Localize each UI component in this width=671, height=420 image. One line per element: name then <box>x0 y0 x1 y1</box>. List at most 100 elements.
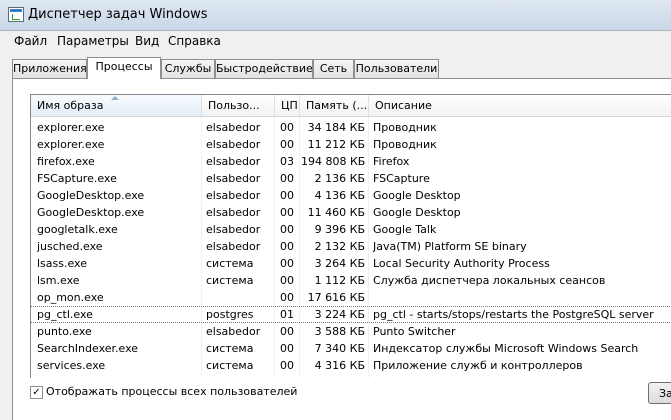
process-row[interactable]: lsm.exe система 00 1 112 КБ Служба диспетчер… <box>31 272 671 289</box>
process-row[interactable]: op_mon.exe 00 17 616 КБ <box>31 289 671 306</box>
process-description: Google Desktop <box>373 189 461 202</box>
menu-view[interactable]: Вид <box>135 34 159 48</box>
process-name: op_mon.exe <box>37 291 104 304</box>
process-memory: 2 132 КБ <box>314 240 365 253</box>
process-description: pg_ctl - starts/stops/restarts the Postg… <box>373 308 654 321</box>
process-user: elsabedor <box>206 121 261 134</box>
process-row[interactable]: SearchIndexer.exe система 00 7 340 КБ Индекс… <box>31 340 671 357</box>
show-all-users-checkbox[interactable]: ✓ <box>30 386 43 399</box>
process-user: elsabedor <box>206 223 261 236</box>
process-row[interactable]: GoogleDesktop.exe elsabedor 00 11 460 КБ Goo… <box>31 204 671 221</box>
title-bar[interactable]: Диспетчер задач Windows <box>0 0 671 31</box>
process-cpu: 00 <box>280 121 294 134</box>
process-name: SearchIndexer.exe <box>37 342 139 355</box>
process-name: googletalk.exe <box>37 223 118 236</box>
process-cpu: 01 <box>280 308 294 321</box>
process-cpu: 00 <box>280 189 294 202</box>
process-user: система <box>206 342 254 355</box>
process-row[interactable]: punto.exe elsabedor 00 3 588 КБ Punto Switch… <box>31 323 671 340</box>
process-user: elsabedor <box>206 240 261 253</box>
tab-processes[interactable]: Процессы <box>87 57 161 79</box>
process-memory: 34 184 КБ <box>307 121 365 134</box>
process-row[interactable]: lsass.exe система 00 3 264 КБ Local Security… <box>31 255 671 272</box>
process-description: Java(TM) Platform SE binary <box>373 240 527 253</box>
process-user: система <box>206 359 254 372</box>
process-user: elsabedor <box>206 189 261 202</box>
process-memory: 7 340 КБ <box>314 342 365 355</box>
process-cpu: 00 <box>280 342 294 355</box>
column-header-user[interactable]: Пользо... <box>202 95 275 117</box>
process-memory: 17 616 КБ <box>307 291 365 304</box>
process-description: Local Security Authority Process <box>373 257 550 270</box>
process-row[interactable]: pg_ctl.exe postgres 01 3 224 КБ pg_ctl - sta… <box>31 306 671 323</box>
column-header-description[interactable]: Описание <box>369 95 671 117</box>
window-title: Диспетчер задач Windows <box>28 7 208 22</box>
menu-bar: Файл Параметры Вид Справка <box>0 31 671 51</box>
process-row[interactable]: firefox.exe elsabedor 03 194 808 КБ Firefox <box>31 153 671 170</box>
process-user: elsabedor <box>206 206 261 219</box>
task-manager-icon <box>8 7 24 22</box>
process-cpu: 00 <box>280 172 294 185</box>
process-name: explorer.exe <box>37 138 105 151</box>
process-memory: 2 136 КБ <box>314 172 365 185</box>
process-name: firefox.exe <box>37 155 95 168</box>
menu-file[interactable]: Файл <box>14 34 47 48</box>
sort-ascending-icon <box>111 96 119 100</box>
process-row[interactable]: GoogleDesktop.exe elsabedor 00 4 136 КБ Goog… <box>31 187 671 204</box>
process-cpu: 00 <box>280 359 294 372</box>
process-memory: 9 396 КБ <box>314 223 365 236</box>
menu-help[interactable]: Справка <box>168 34 221 48</box>
process-name: punto.exe <box>37 325 92 338</box>
process-description: Индексатор службы Microsoft Windows Sear… <box>373 342 639 355</box>
process-cpu: 00 <box>280 257 294 270</box>
process-name: explorer.exe <box>37 121 105 134</box>
column-header-memory[interactable]: Память (... <box>300 95 369 117</box>
process-memory: 194 808 КБ <box>301 155 365 168</box>
process-row[interactable]: services.exe система 00 4 316 КБ Приложение … <box>31 357 671 374</box>
process-description: Firefox <box>373 155 410 168</box>
process-description: Google Desktop <box>373 206 461 219</box>
show-all-users-label: Отображать процессы всех пользователей <box>46 385 298 398</box>
process-user: elsabedor <box>206 155 261 168</box>
process-description: Проводник <box>373 138 437 151</box>
process-memory: 3 588 КБ <box>314 325 365 338</box>
process-name: services.exe <box>37 359 106 372</box>
tab-users[interactable]: Пользователи <box>354 59 439 78</box>
tab-performance[interactable]: Быстродействие <box>215 59 313 78</box>
tab-network[interactable]: Сеть <box>313 59 354 78</box>
process-memory: 4 136 КБ <box>314 189 365 202</box>
process-user: система <box>206 274 254 287</box>
column-header-cpu[interactable]: ЦП <box>275 95 300 117</box>
process-row[interactable]: explorer.exe elsabedor 00 11 212 КБ Проводни… <box>31 136 671 153</box>
process-description: Google Talk <box>373 223 437 236</box>
column-header-label: Имя образа <box>37 99 104 112</box>
process-row[interactable]: explorer.exe elsabedor 00 34 184 КБ Проводни… <box>31 119 671 136</box>
process-user: система <box>206 257 254 270</box>
process-description: Punto Switcher <box>373 325 456 338</box>
column-header-image-name[interactable]: Имя образа <box>31 95 202 117</box>
process-memory: 3 264 КБ <box>314 257 365 270</box>
process-row[interactable]: FSCapture.exe elsabedor 00 2 136 КБ FSCaptur… <box>31 170 671 187</box>
process-cpu: 00 <box>280 240 294 253</box>
process-cpu: 00 <box>280 291 294 304</box>
process-name: pg_ctl.exe <box>37 308 93 321</box>
end-process-button[interactable]: За <box>648 382 671 404</box>
tab-applications[interactable]: Приложения <box>12 59 87 78</box>
process-memory: 11 460 КБ <box>307 206 365 219</box>
process-cpu: 00 <box>280 223 294 236</box>
process-memory: 3 224 КБ <box>314 308 365 321</box>
process-row[interactable]: jusched.exe elsabedor 00 2 132 КБ Java(TM) P… <box>31 238 671 255</box>
process-name: GoogleDesktop.exe <box>37 189 145 202</box>
process-description: Служба диспетчера локальных сеансов <box>373 274 606 287</box>
process-row[interactable]: googletalk.exe elsabedor 00 9 396 КБ Google … <box>31 221 671 238</box>
process-name: lsm.exe <box>37 274 80 287</box>
process-list[interactable]: Имя образа Пользо... ЦП Память (... Опис… <box>30 94 671 378</box>
process-name: jusched.exe <box>37 240 103 253</box>
menu-options[interactable]: Параметры <box>57 34 129 48</box>
process-memory: 11 212 КБ <box>307 138 365 151</box>
process-memory: 4 316 КБ <box>314 359 365 372</box>
process-name: FSCapture.exe <box>37 172 117 185</box>
process-name: lsass.exe <box>37 257 87 270</box>
tab-services[interactable]: Службы <box>161 59 215 78</box>
process-cpu: 03 <box>280 155 294 168</box>
